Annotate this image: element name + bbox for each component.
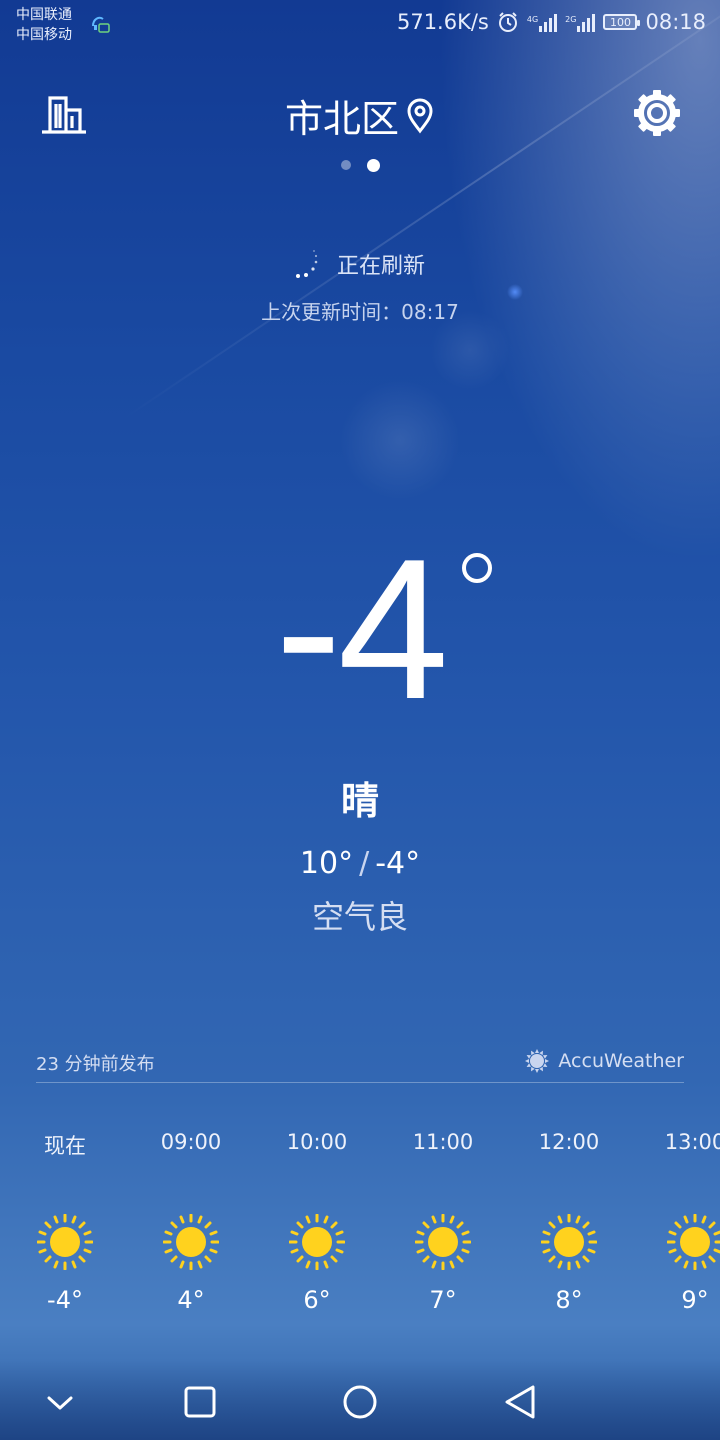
page-dot-1	[340, 160, 351, 170]
refresh-text: 正在刷新	[336, 254, 425, 279]
signal-2-icon: 2G	[565, 12, 596, 32]
header: 市北区	[0, 80, 720, 144]
location-pin-icon	[407, 98, 433, 133]
publish-time: 23 分钟前发布	[36, 1054, 155, 1075]
status-right: 571.6K/s 4G 2G 100 08:18	[397, 10, 706, 34]
hour-temp: 4°	[177, 1286, 205, 1314]
battery-icon: 100	[603, 14, 641, 30]
carrier-labels: 中国联通 中国移动	[16, 5, 72, 45]
sun-icon	[415, 1214, 471, 1270]
provider-name: AccuWeather	[558, 1050, 684, 1072]
forecast-meta-bar: 23 分钟前发布 AccuWeather	[36, 1046, 684, 1083]
current-temperature: -4	[275, 518, 449, 741]
settings-gear-icon[interactable]	[630, 86, 684, 140]
refresh-status: 正在刷新	[0, 248, 720, 280]
sun-icon	[667, 1214, 720, 1270]
battery-level: 100	[609, 15, 631, 29]
sun-icon	[541, 1214, 597, 1270]
system-nav-bar	[0, 1360, 720, 1440]
location-name: 市北区	[284, 97, 399, 141]
hour-time: 13:00	[664, 1130, 720, 1154]
hour-item[interactable]: 现在 -4°	[10, 1130, 120, 1314]
home-circle-icon[interactable]	[336, 1378, 384, 1426]
accuweather-logo-icon	[525, 1049, 550, 1073]
hour-item[interactable]: 09:00 4°	[136, 1130, 246, 1314]
hourly-forecast[interactable]: 现在 -4° 09:00 4° 10:00 6° 11:00 7° 12:00 …	[0, 1130, 720, 1330]
hour-time: 现在	[44, 1134, 86, 1158]
alarm-icon	[498, 12, 517, 32]
net-1-label: 4G	[526, 15, 539, 24]
hide-nav-chevron-down-icon[interactable]	[36, 1378, 84, 1426]
hour-time: 12:00	[538, 1130, 600, 1154]
air-quality[interactable]: 空气良	[0, 892, 720, 938]
sun-icon	[37, 1214, 93, 1270]
carrier-2: 中国移动	[16, 27, 72, 43]
degree-symbol	[462, 553, 492, 583]
sun-icon	[163, 1214, 219, 1270]
hour-temp: 9°	[681, 1286, 709, 1314]
hour-time: 09:00	[160, 1130, 222, 1154]
page-indicator	[0, 159, 720, 172]
hour-time: 10:00	[286, 1130, 348, 1154]
recent-apps-square-icon[interactable]	[176, 1378, 224, 1426]
hd-call-icon	[92, 16, 110, 33]
high-temp: 10°	[299, 846, 354, 881]
network-speed: 571.6K/s	[396, 10, 489, 34]
weather-condition: 晴	[340, 779, 379, 823]
hour-temp: 6°	[303, 1286, 331, 1314]
hour-temp: -4°	[47, 1286, 83, 1314]
loading-spinner-icon	[295, 250, 318, 278]
temp-range: 10° / -4°	[0, 846, 720, 881]
signal-1-icon: 4G	[526, 12, 558, 32]
location-title[interactable]: 市北区	[0, 88, 720, 143]
hour-temp: 8°	[555, 1286, 583, 1314]
range-separator: /	[359, 846, 370, 881]
hour-temp: 7°	[429, 1286, 457, 1314]
status-bar: 中国联通 中国移动 571.6K/s 4G 2G 100 08:18	[0, 0, 720, 50]
clock: 08:18	[645, 10, 706, 34]
hour-time: 11:00	[412, 1130, 474, 1154]
back-triangle-icon[interactable]	[496, 1378, 544, 1426]
net-2-label: 2G	[565, 15, 577, 24]
last-update-time: 上次更新时间：08:17	[261, 300, 459, 324]
page-dot-2	[366, 159, 380, 172]
provider-link[interactable]: AccuWeather	[524, 1048, 684, 1074]
hour-item[interactable]: 13:00 9°	[640, 1130, 720, 1314]
carrier-1: 中国联通	[16, 7, 72, 23]
sun-icon	[289, 1214, 345, 1270]
hour-item[interactable]: 10:00 6°	[262, 1130, 372, 1314]
low-temp: -4°	[375, 846, 421, 881]
hour-item[interactable]: 11:00 7°	[388, 1130, 498, 1314]
hour-item[interactable]: 12:00 8°	[514, 1130, 624, 1314]
light-streak	[120, 0, 720, 422]
